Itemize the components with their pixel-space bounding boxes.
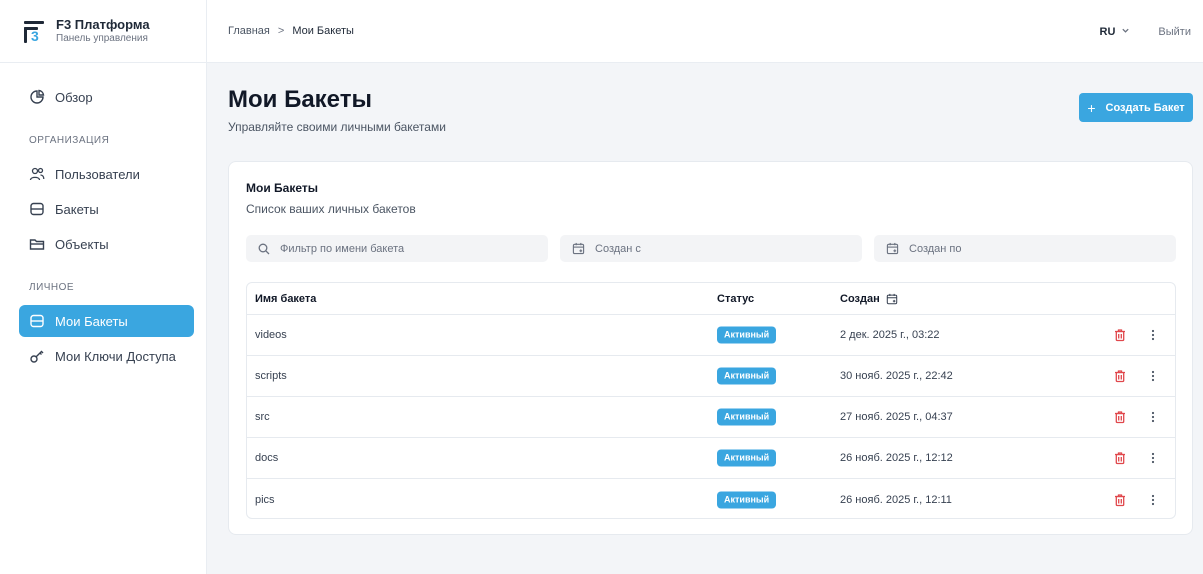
status-badge: Активный — [717, 449, 777, 467]
sidebar-item-overview[interactable]: Обзор — [19, 81, 194, 113]
created-date: 26 нояб. 2025 г., 12:12 — [840, 452, 953, 464]
page-subtitle: Управляйте своими личными бакетами — [228, 120, 446, 134]
status-badge: Активный — [717, 326, 777, 344]
breadcrumb-home[interactable]: Главная — [228, 25, 270, 37]
chevron-down-icon — [1121, 26, 1130, 38]
calendar-icon — [886, 293, 898, 305]
bucket-name-filter-placeholder: Фильтр по имени бакета — [280, 242, 405, 255]
sidebar: 3 F3 Платформа Панель управления Обзор О… — [0, 0, 207, 574]
created-date: 26 нояб. 2025 г., 12:11 — [840, 493, 952, 506]
card-subtitle: Список ваших личных бакетов — [246, 202, 416, 216]
created-date: 30 нояб. 2025 г., 22:42 — [840, 370, 953, 382]
logout-link[interactable]: Выйти — [1158, 26, 1191, 38]
database-icon — [29, 201, 45, 217]
created-to-filter[interactable]: Создан по — [874, 235, 1176, 262]
table-row[interactable]: scripts Активный 30 нояб. 2025 г., 22:42 — [247, 356, 1175, 397]
sidebar-item-label: Обзор — [55, 89, 93, 105]
brand-text: F3 Платформа Панель управления — [56, 17, 150, 45]
bucket-name-filter[interactable]: Фильтр по имени бакета — [246, 235, 548, 262]
bucket-name[interactable]: docs — [255, 452, 278, 464]
database-icon — [29, 313, 45, 329]
sidebar-section-personal: ЛИЧНОЕ — [29, 282, 75, 293]
sidebar-item-label: Объекты — [55, 236, 109, 252]
trash-icon[interactable] — [1114, 370, 1126, 383]
topbar-actions: RU Выйти — [1100, 0, 1191, 63]
sidebar-section-organization: ОРГАНИЗАЦИЯ — [29, 135, 110, 146]
column-header-created-label: Создан — [840, 292, 880, 305]
brand-title: F3 Платформа — [56, 17, 150, 32]
bucket-name[interactable]: pics — [255, 494, 275, 506]
status-badge: Активный — [717, 491, 777, 508]
calendar-icon — [886, 242, 899, 255]
language-selector[interactable]: RU — [1100, 26, 1131, 38]
trash-icon[interactable] — [1114, 411, 1126, 424]
more-vertical-icon[interactable] — [1151, 411, 1155, 423]
breadcrumb-separator: > — [277, 25, 285, 37]
create-bucket-button[interactable]: + Создать Бакет — [1079, 93, 1193, 122]
users-icon — [29, 166, 45, 182]
buckets-table: Имя бакета Статус Создан videos Активный… — [246, 282, 1176, 519]
column-header-name[interactable]: Имя бакета — [255, 293, 316, 305]
plus-icon: + — [1087, 99, 1096, 116]
created-date: 27 нояб. 2025 г., 04:37 — [840, 411, 953, 423]
sidebar-item-label: Мои Ключи Доступа — [55, 348, 176, 364]
sidebar-item-label: Бакеты — [55, 201, 99, 217]
sidebar-item-my-keys[interactable]: Мои Ключи Доступа — [19, 340, 194, 372]
more-vertical-icon[interactable] — [1151, 370, 1155, 382]
search-icon — [258, 243, 270, 255]
sidebar-item-label: Мои Бакеты — [55, 313, 128, 329]
trash-icon[interactable] — [1114, 329, 1126, 342]
brand-subtitle: Панель управления — [56, 33, 148, 44]
status-badge: Активный — [717, 408, 777, 426]
column-header-created[interactable]: Создан — [840, 293, 898, 305]
table-row[interactable]: pics Активный 26 нояб. 2025 г., 12:11 — [247, 479, 1175, 518]
more-vertical-icon[interactable] — [1151, 452, 1155, 464]
create-bucket-label: Создать Бакет — [1105, 101, 1185, 114]
status-badge: Активный — [717, 367, 777, 385]
trash-icon[interactable] — [1114, 452, 1126, 465]
breadcrumb: Главная > Мои Бакеты — [228, 25, 354, 37]
topbar: Главная > Мои Бакеты RU Выйти — [207, 0, 1203, 63]
status-badge-cell: Активный — [717, 449, 777, 467]
pie-chart-icon — [29, 89, 45, 105]
sidebar-item-users[interactable]: Пользователи — [19, 158, 194, 190]
bucket-name[interactable]: scripts — [255, 370, 287, 382]
bucket-name[interactable]: src — [255, 411, 270, 423]
brand-logo: 3 — [22, 18, 44, 44]
status-badge-cell: Активный — [717, 408, 777, 426]
calendar-icon — [572, 242, 585, 255]
table-header: Имя бакета Статус Создан — [247, 283, 1175, 315]
created-from-filter[interactable]: Создан с — [560, 235, 862, 262]
status-badge-cell: Активный — [717, 491, 777, 508]
brand[interactable]: 3 F3 Платформа Панель управления — [0, 0, 206, 63]
trash-icon[interactable] — [1114, 493, 1126, 506]
sidebar-item-buckets[interactable]: Бакеты — [19, 193, 194, 225]
bucket-name[interactable]: videos — [255, 329, 287, 341]
status-badge-cell: Активный — [717, 326, 777, 344]
more-vertical-icon[interactable] — [1151, 494, 1155, 506]
status-badge-cell: Активный — [717, 367, 777, 385]
sidebar-nav: Обзор ОРГАНИЗАЦИЯ Пользователи Бакеты Об… — [0, 63, 206, 372]
column-header-status[interactable]: Статус — [717, 293, 754, 305]
breadcrumb-current: Мои Бакеты — [292, 25, 354, 37]
buckets-card: Мои Бакеты Список ваших личных бакетов Ф… — [228, 161, 1193, 535]
table-row[interactable]: src Активный 27 нояб. 2025 г., 04:37 — [247, 397, 1175, 438]
table-row[interactable]: videos Активный 2 дек. 2025 г., 03:22 — [247, 315, 1175, 356]
table-row[interactable]: docs Активный 26 нояб. 2025 г., 12:12 — [247, 438, 1175, 479]
brand-logo-digit: 3 — [31, 28, 39, 44]
sidebar-item-my-buckets[interactable]: Мои Бакеты — [19, 305, 194, 337]
page-title: Мои Бакеты — [228, 86, 372, 113]
card-title: Мои Бакеты — [246, 181, 318, 195]
sidebar-item-label: Пользователи — [55, 166, 140, 182]
more-vertical-icon[interactable] — [1151, 329, 1155, 341]
created-from-placeholder: Создан с — [595, 242, 641, 255]
folder-icon — [29, 236, 45, 252]
created-to-placeholder: Создан по — [909, 242, 962, 255]
main-content: Мои Бакеты Управляйте своими личными бак… — [207, 63, 1203, 574]
key-icon — [29, 348, 45, 364]
created-date: 2 дек. 2025 г., 03:22 — [840, 329, 940, 341]
language-value: RU — [1099, 25, 1116, 38]
sidebar-item-objects[interactable]: Объекты — [19, 228, 194, 260]
